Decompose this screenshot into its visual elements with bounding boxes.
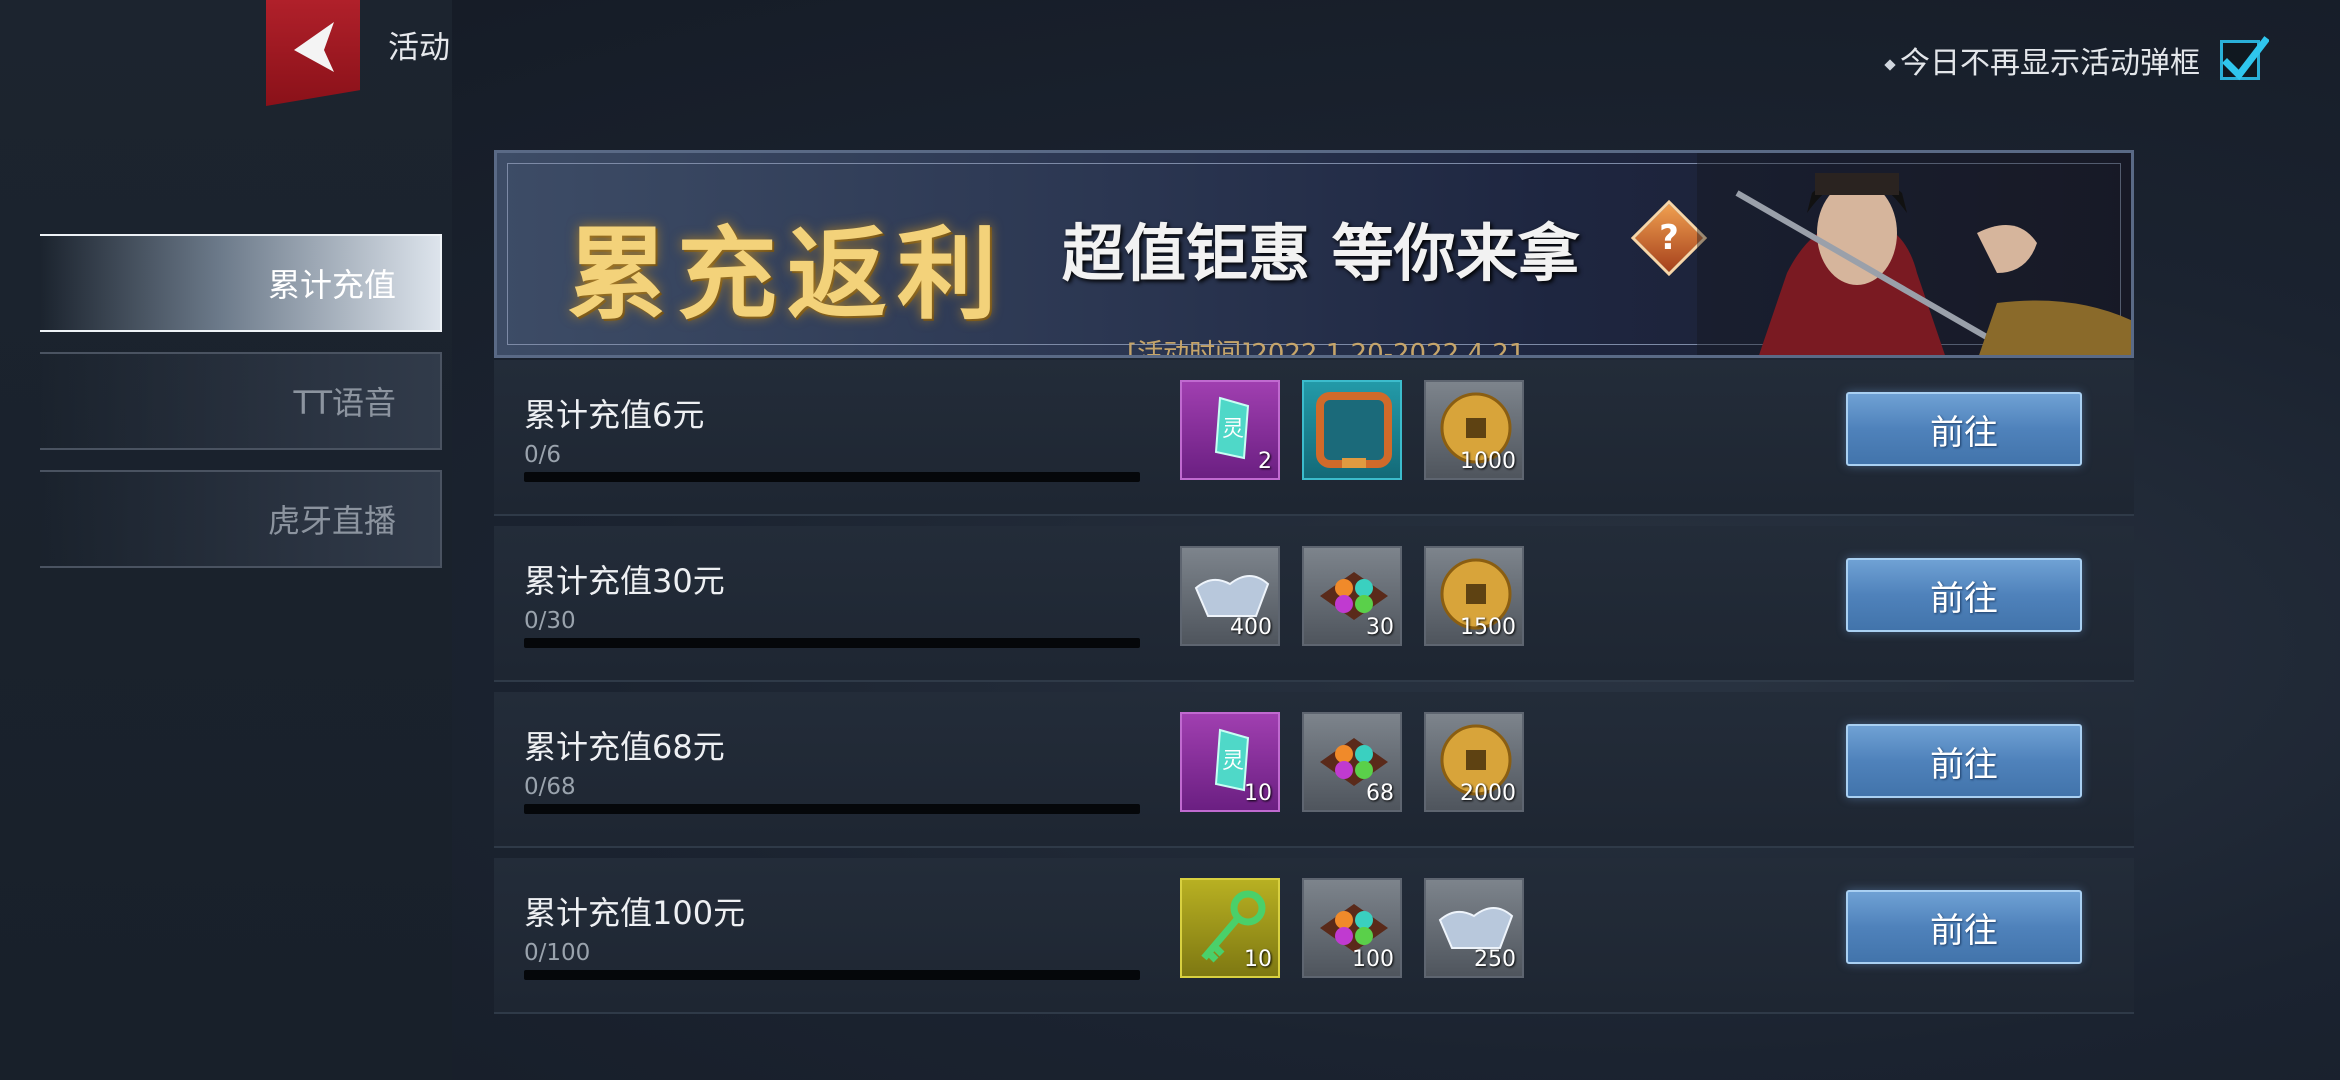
- page-title: 活动: [388, 30, 450, 66]
- row-title: 累计充值68元: [524, 728, 725, 766]
- reward-item-jade-key[interactable]: 10: [1180, 878, 1280, 978]
- row-progress-bar: [524, 970, 1140, 980]
- question-mark-text: ?: [1659, 218, 1679, 258]
- hero-character-illustration: [1697, 153, 2131, 355]
- item-count: 2: [1258, 449, 1272, 474]
- goto-button[interactable]: 前往: [1846, 558, 2082, 632]
- row-progress-text: 0/6: [524, 442, 562, 468]
- row-title: 累计充值6元: [524, 396, 705, 434]
- item-count: 2000: [1460, 781, 1516, 806]
- row-title: 累计充值100元: [524, 894, 746, 932]
- back-button[interactable]: [266, 0, 360, 106]
- event-time: [活动时间]2022.1.20-2022.4.21: [1127, 339, 1526, 358]
- row-progress-text: 0/68: [524, 774, 576, 800]
- item-count: 1500: [1460, 615, 1516, 640]
- event-banner: 累充返利 超值钜惠 等你来拿 ? [活动时间]2022.1.20-2022.4.…: [494, 150, 2134, 358]
- row-progress-bar: [524, 804, 1140, 814]
- goto-button[interactable]: 前往: [1846, 890, 2082, 964]
- sidebar-tab-huya-live[interactable]: 虎牙直播: [40, 470, 442, 568]
- reward-item-jade-token[interactable]: 灵 2: [1180, 380, 1280, 480]
- row-title: 累计充值30元: [524, 562, 725, 600]
- row-progress-bar: [524, 638, 1140, 648]
- reward-row-100: 累计充值100元 0/100 10 100 250 前往: [494, 858, 2134, 1014]
- reward-item-gem-box[interactable]: 100: [1302, 878, 1402, 978]
- back-arrow-icon: [294, 22, 334, 72]
- row-progress-text: 0/30: [524, 608, 576, 634]
- svg-text:灵: 灵: [1222, 417, 1244, 442]
- reward-item-gem-box[interactable]: 68: [1302, 712, 1402, 812]
- item-count: 30: [1366, 615, 1394, 640]
- sidebar-tab-recharge[interactable]: 累计充值: [40, 234, 442, 332]
- goto-button[interactable]: 前往: [1846, 724, 2082, 798]
- item-count: 400: [1230, 615, 1272, 640]
- dont-show-today-label: 今日不再显示活动弹框: [1884, 38, 2200, 82]
- banner-title: 累充返利: [567, 215, 1007, 333]
- sidebar-tab-tt-voice[interactable]: TT语音: [40, 352, 442, 450]
- reward-item-silver-ingot[interactable]: 250: [1424, 878, 1524, 978]
- item-count: 250: [1474, 947, 1516, 972]
- reward-item-silver-ingot[interactable]: 400: [1180, 546, 1280, 646]
- reward-item-gem-box[interactable]: 30: [1302, 546, 1402, 646]
- item-count: 68: [1366, 781, 1394, 806]
- reward-item-copper-coin[interactable]: 1000: [1424, 380, 1524, 480]
- reward-item-jade-token[interactable]: 灵 10: [1180, 712, 1280, 812]
- item-count: 100: [1352, 947, 1394, 972]
- reward-item-copper-coin[interactable]: 1500: [1424, 546, 1524, 646]
- reward-row-6: 累计充值6元 0/6 灵 2 1000 前往: [494, 360, 2134, 516]
- frame-icon: [1316, 392, 1392, 468]
- row-progress-bar: [524, 472, 1140, 482]
- item-count: 1000: [1460, 449, 1516, 474]
- dont-show-today-text: 今日不再显示活动弹框: [1900, 46, 2200, 81]
- goto-button[interactable]: 前往: [1846, 392, 2082, 466]
- svg-text:灵: 灵: [1222, 749, 1244, 774]
- checkmark-icon: [2222, 36, 2269, 81]
- reward-row-68: 累计充值68元 0/68 灵 10 68 2000 前往: [494, 692, 2134, 848]
- sidebar: 活动 累计充值 TT语音 虎牙直播: [0, 0, 452, 1080]
- banner-slogan: 超值钜惠 等你来拿: [1062, 217, 1580, 290]
- reward-item-frame[interactable]: [1302, 380, 1402, 480]
- item-count: 10: [1244, 947, 1272, 972]
- row-progress-text: 0/100: [524, 940, 591, 966]
- reward-item-copper-coin[interactable]: 2000: [1424, 712, 1524, 812]
- reward-row-30: 累计充值30元 0/30 400 30 1500 前往: [494, 526, 2134, 682]
- diamond-bullet-icon: [1884, 58, 1896, 71]
- item-count: 10: [1244, 781, 1272, 806]
- dont-show-today-checkbox[interactable]: [2220, 36, 2269, 81]
